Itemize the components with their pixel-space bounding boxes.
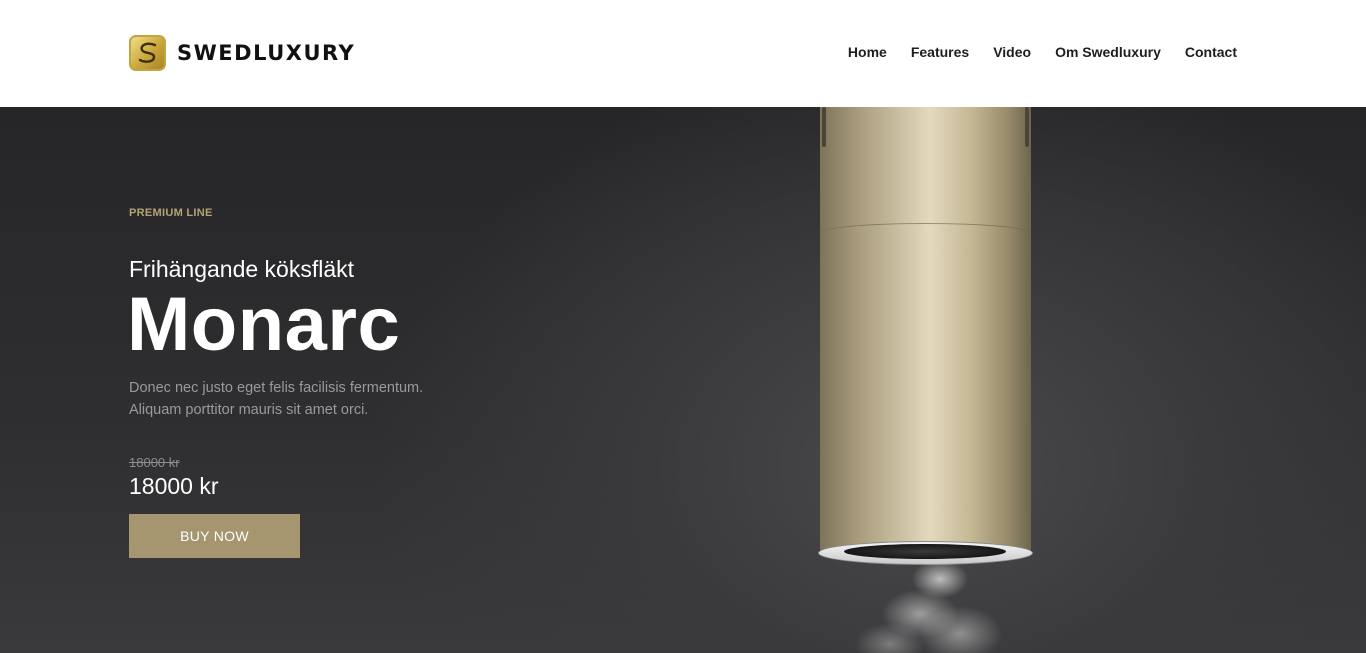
brand-name: SWEDLUXURY — [177, 41, 356, 65]
site-header: SWEDLUXURY Home Features Video Om Swedlu… — [0, 0, 1366, 107]
hood-cylinder — [820, 107, 1031, 554]
main-nav: Home Features Video Om Swedluxury Contac… — [848, 44, 1237, 60]
nav-om-swedluxury[interactable]: Om Swedluxury — [1055, 44, 1161, 60]
current-price: 18000 kr — [129, 473, 219, 499]
nav-contact[interactable]: Contact — [1185, 44, 1237, 60]
hood-clip-right — [1025, 107, 1029, 147]
nav-features[interactable]: Features — [911, 44, 969, 60]
product-description: Donec nec justo eget felis facilisis fer… — [129, 380, 424, 418]
hero-subtitle: Frihängande köksfläkt — [129, 256, 355, 282]
hood-clip-left — [822, 107, 826, 147]
old-price: 18000 kr — [129, 455, 180, 470]
s-monogram-icon — [129, 35, 166, 71]
nav-video[interactable]: Video — [993, 44, 1031, 60]
brand-logo[interactable]: SWEDLUXURY — [129, 35, 355, 71]
hero-section: PREMIUM LINE Frihängande köksfläkt Monar… — [0, 107, 1366, 653]
steam-smoke — [850, 559, 1030, 653]
hood-opening — [844, 544, 1006, 559]
product-title: Monarc — [127, 282, 401, 367]
nav-home[interactable]: Home — [848, 44, 887, 60]
product-image — [810, 107, 1050, 653]
hero-eyebrow: PREMIUM LINE — [129, 207, 213, 219]
buy-now-button[interactable]: BUY NOW — [129, 514, 300, 558]
